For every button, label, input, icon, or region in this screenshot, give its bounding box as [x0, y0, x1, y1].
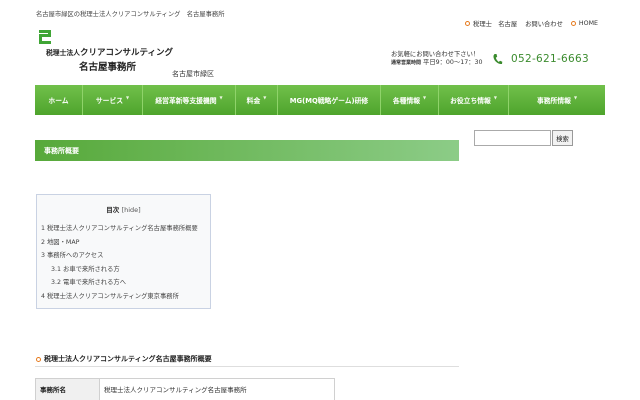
nav-item-home[interactable]: ホーム: [35, 85, 83, 115]
top-link-tax-nagoya[interactable]: 税理士 名古屋: [465, 19, 517, 28]
top-link-contact[interactable]: お問い合わせ: [525, 19, 563, 28]
bullet-icon: [570, 21, 576, 26]
divider: [35, 366, 459, 367]
toc-item[interactable]: 4 税理士法人クリアコンサルティング東京事務所: [41, 290, 206, 304]
nav-label: 各種情報: [392, 97, 421, 105]
search-input[interactable]: [474, 130, 551, 146]
phone-icon: [493, 54, 503, 65]
nav-item-fees[interactable]: 料金 ▼: [236, 85, 278, 115]
tagline: 名古屋市緑区の税理士法人クリアコンサルティング 名古屋事務所: [36, 11, 225, 18]
toc-item[interactable]: 1 税理士法人クリアコンサルティング名古屋事務所概要: [41, 222, 206, 236]
nav-label: MG(MQ戦略ゲーム)研修: [289, 97, 369, 105]
contact-info: お気軽にお問い合わせ下さい！ 通常営業時間 平日9：00～17：30: [391, 51, 483, 67]
area-label: 名古屋市緑区: [172, 70, 214, 78]
logo-text-small: 税理士法人: [46, 49, 80, 57]
toc-item[interactable]: 3 事務所へのアクセス: [41, 249, 206, 263]
nav-label: 料金: [246, 97, 261, 105]
table-of-contents: 目次 [hide] 1 税理士法人クリアコンサルティング名古屋事務所概要 2 地…: [36, 194, 211, 309]
logo-text-main: クリアコンサルティング: [79, 48, 173, 58]
nav-item-mg-training[interactable]: MG(MQ戦略ゲーム)研修: [278, 85, 381, 115]
business-hours: 平日9：00～17：30: [423, 58, 483, 66]
nav-label: サービス: [95, 97, 124, 105]
table-row: 事務所名 税理士法人クリアコンサルティング名古屋事務所: [36, 379, 334, 400]
nav-item-office-info[interactable]: 事務所情報 ▼: [509, 85, 605, 115]
office-info-table: 事務所名 税理士法人クリアコンサルティング名古屋事務所: [35, 378, 335, 400]
caret-icon: ▼: [493, 94, 497, 100]
top-links: 税理士 名古屋 お問い合わせ HOME: [465, 19, 598, 28]
toc-subitem[interactable]: 3.2 電車で来所される方へ: [41, 276, 206, 290]
caret-icon: ▼: [423, 94, 427, 100]
bullet-icon: [36, 356, 41, 362]
main-nav: ホーム サービス ▼ 経営革新等支援機関 ▼ 料金 ▼ MG(MQ戦略ゲーム)研修 各…: [35, 85, 605, 115]
nav-item-support-agency[interactable]: 経営革新等支援機関 ▼: [143, 85, 236, 115]
logo-text[interactable]: 税理士法人クリアコンサルティング: [46, 46, 173, 58]
nav-item-useful-info[interactable]: お役立ち情報 ▼: [439, 85, 509, 115]
table-cell: 税理士法人クリアコンサルティング名古屋事務所: [104, 386, 247, 394]
logo-icon[interactable]: [37, 28, 53, 46]
section-heading-text: 税理士法人クリアコンサルティング名古屋事務所概要: [44, 355, 212, 363]
hours-label: 通常営業時間: [391, 59, 422, 66]
nav-item-services[interactable]: サービス ▼: [83, 85, 143, 115]
toc-title-row: 目次 [hide]: [41, 204, 206, 214]
phone-number[interactable]: 052-621-6663: [511, 53, 589, 65]
caret-icon: ▼: [263, 94, 267, 100]
bullet-icon: [465, 21, 471, 26]
contact-message: お気軽にお問い合わせ下さい！: [391, 51, 480, 58]
caret-icon: ▼: [219, 94, 223, 100]
toc-title: 目次: [106, 206, 120, 214]
table-header-cell: 事務所名: [36, 379, 100, 400]
toc-hide-toggle[interactable]: [hide]: [122, 206, 141, 214]
caret-icon: ▼: [126, 94, 130, 100]
caret-icon: ▼: [573, 94, 578, 100]
nav-item-info[interactable]: 各種情報 ▼: [381, 85, 439, 115]
toc-item[interactable]: 2 地図・MAP: [41, 236, 206, 250]
toc-subitem[interactable]: 3.1 お車で来所される方: [41, 263, 206, 277]
nav-label: 事務所情報: [536, 97, 571, 105]
top-link-label: HOME: [578, 20, 598, 27]
top-link-home[interactable]: HOME: [570, 20, 598, 27]
page-title: 事務所概要: [35, 140, 459, 161]
logo-office-name[interactable]: 名古屋事務所: [79, 59, 136, 73]
nav-label: ホーム: [48, 97, 69, 105]
top-link-label: 税理士 名古屋: [473, 21, 518, 28]
toc-list: 1 税理士法人クリアコンサルティング名古屋事務所概要 2 地図・MAP 3 事務…: [41, 222, 206, 303]
nav-label: 経営革新等支援機関: [155, 97, 217, 105]
nav-label: お役立ち情報: [450, 97, 491, 105]
top-link-label: お問い合わせ: [525, 21, 563, 28]
search-button[interactable]: 検索: [552, 130, 573, 146]
section-heading: 税理士法人クリアコンサルティング名古屋事務所概要: [36, 354, 212, 364]
